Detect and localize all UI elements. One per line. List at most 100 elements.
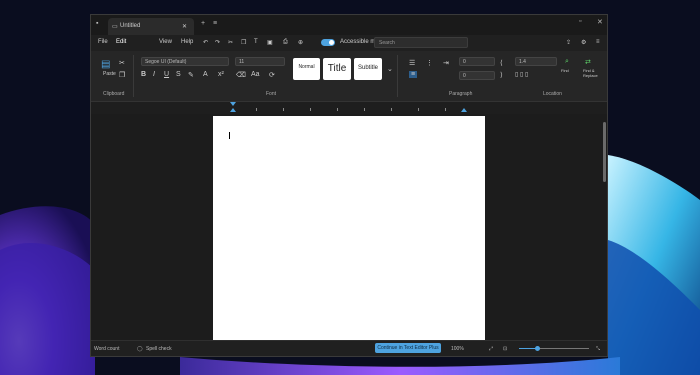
bullets-icon[interactable]: ☰ <box>409 59 415 67</box>
strikethrough-icon[interactable]: S <box>176 71 181 78</box>
redo-icon[interactable]: ↷ <box>215 39 220 46</box>
replace-label: Find & Replace <box>583 68 598 78</box>
zoom-slider-knob[interactable] <box>534 346 540 351</box>
italic-icon[interactable]: I <box>153 71 155 78</box>
copy-icon[interactable]: ❐ <box>241 39 246 46</box>
document-tab[interactable]: ▭ Untitled ✕ <box>108 18 194 35</box>
ltr-icon[interactable]: ⟨ <box>500 59 503 67</box>
font-size-select[interactable]: 11 <box>235 57 285 66</box>
style-subtitle[interactable]: Subtitle <box>354 58 382 80</box>
style-normal[interactable]: Normal <box>293 58 320 80</box>
ruler-tick <box>256 108 257 111</box>
spacing-after: 0 <box>463 73 466 79</box>
tab-title: Untitled <box>120 23 141 29</box>
zoom-icon[interactable]: ⊕ <box>298 39 303 46</box>
line-spacing-select[interactable]: 1.4 <box>515 57 557 66</box>
undo-icon[interactable]: ↶ <box>203 39 208 46</box>
paste-icon[interactable]: ▤ <box>101 59 110 70</box>
spellcheck-icon[interactable]: ◯ <box>137 346 143 352</box>
image-icon[interactable]: ▣ <box>267 39 273 46</box>
vertical-scrollbar[interactable] <box>603 122 606 182</box>
word-count: Word count <box>94 346 120 352</box>
search-input[interactable]: Search <box>374 37 468 48</box>
divider <box>397 55 398 97</box>
accessible-toggle[interactable] <box>321 39 335 46</box>
underline-icon[interactable]: U <box>164 71 169 78</box>
spacing-before: 0 <box>463 59 466 65</box>
ruler-tick <box>418 108 419 111</box>
font-family-select[interactable]: Segoe UI (Default) <box>141 57 229 66</box>
group-clipboard: Clipboard <box>103 91 125 97</box>
ruler-tick <box>337 108 338 111</box>
menu-edit[interactable]: Edit <box>116 39 126 45</box>
ribbon: ▤ Paste ✂ ❐ Clipboard Segoe UI (Default)… <box>91 51 607 102</box>
status-bar: Word count ◯ Spell check Continue in Tex… <box>91 340 607 356</box>
font-size: 11 <box>239 59 245 65</box>
font-color-icon[interactable]: A <box>203 71 208 78</box>
settings-icon[interactable]: ⚙ <box>581 39 586 46</box>
change-case-icon[interactable]: ⟳ <box>269 71 275 79</box>
editor-window: ▪ ▭ Untitled ✕ + ≡ ▫ ✕ File Edit View He… <box>90 14 608 357</box>
share-icon[interactable]: ⇪ <box>566 39 571 46</box>
copy-ribbon-icon[interactable]: ❐ <box>119 71 125 79</box>
app-icon: ▪ <box>96 20 99 27</box>
format-icon[interactable]: T <box>254 39 258 45</box>
right-indent-marker[interactable] <box>461 108 467 112</box>
continue-button[interactable]: Continue in Text Editor Plus <box>375 343 441 353</box>
fit-width-icon[interactable]: ⤢ <box>489 346 493 352</box>
window-close-icon[interactable]: ✕ <box>597 18 603 26</box>
document-area <box>91 114 607 343</box>
align-left-icon[interactable]: ≡ <box>409 71 418 78</box>
paste-label: Paste <box>103 71 116 77</box>
cut-icon[interactable]: ✂ <box>228 39 233 46</box>
zoom-value: 100% <box>451 346 464 352</box>
text-effects-icon[interactable]: Aa <box>251 71 260 78</box>
menu-more-icon[interactable]: ≡ <box>596 39 600 45</box>
highlight-icon[interactable]: ✎ <box>188 71 194 79</box>
columns-icon[interactable]: ▯ ▯ ▯ <box>515 71 528 78</box>
numbering-icon[interactable]: ⋮ <box>426 59 433 67</box>
style-title[interactable]: Title <box>323 58 351 80</box>
text-caret <box>229 132 230 139</box>
new-tab-icon[interactable]: + <box>201 20 205 27</box>
document-icon: ▭ <box>112 24 118 30</box>
menu-help[interactable]: Help <box>181 39 193 45</box>
menu-file[interactable]: File <box>98 39 108 45</box>
zoom-slider-fill <box>519 348 537 349</box>
search-placeholder: Search <box>379 40 395 46</box>
divider <box>133 55 134 97</box>
close-icon[interactable]: ✕ <box>182 23 187 30</box>
superscript-icon[interactable]: x² <box>218 71 224 78</box>
clear-format-icon[interactable]: ⌫ <box>236 71 246 79</box>
group-paragraph: Paragraph <box>449 91 473 97</box>
find-icon[interactable]: ⌕ <box>565 58 569 66</box>
fullscreen-icon[interactable]: ⤡ <box>596 346 600 352</box>
ruler-tick <box>283 108 284 111</box>
zoom-slider[interactable] <box>519 346 589 351</box>
spacing-after-input[interactable]: 0 <box>459 71 495 80</box>
find-label: Find <box>561 68 569 73</box>
font-name: Segoe UI (Default) <box>145 59 187 65</box>
menu-bar: File Edit View Help ↶ ↷ ✂ ❐ T ▣ ⎙ ⊕ Acce… <box>91 35 607 51</box>
document-page[interactable] <box>213 116 485 343</box>
ruler <box>91 102 607 114</box>
minimize-icon[interactable]: ▫ <box>579 18 581 25</box>
first-line-marker[interactable] <box>230 108 236 112</box>
cut-ribbon-icon[interactable]: ✂ <box>119 59 125 67</box>
title-bar: ▪ ▭ Untitled ✕ + ≡ ▫ ✕ <box>91 15 607 35</box>
group-location: Location <box>543 91 562 97</box>
rtl-icon[interactable]: ⟩ <box>500 71 503 79</box>
left-indent-marker[interactable] <box>230 102 236 106</box>
fit-page-icon[interactable]: ⊡ <box>503 346 507 352</box>
more-icon[interactable]: ≡ <box>213 20 217 27</box>
replace-icon[interactable]: ⇄ <box>585 58 591 66</box>
menu-view[interactable]: View <box>159 39 172 45</box>
ruler-tick <box>310 108 311 111</box>
spell-check-label[interactable]: Spell check <box>146 346 172 352</box>
ruler-tick <box>364 108 365 111</box>
indent-icon[interactable]: ⇥ <box>443 59 449 67</box>
spacing-before-input[interactable]: 0 <box>459 57 495 66</box>
print-icon[interactable]: ⎙ <box>283 39 288 46</box>
styles-expand-icon[interactable]: ⌄ <box>387 65 393 73</box>
bold-icon[interactable]: B <box>141 71 146 78</box>
